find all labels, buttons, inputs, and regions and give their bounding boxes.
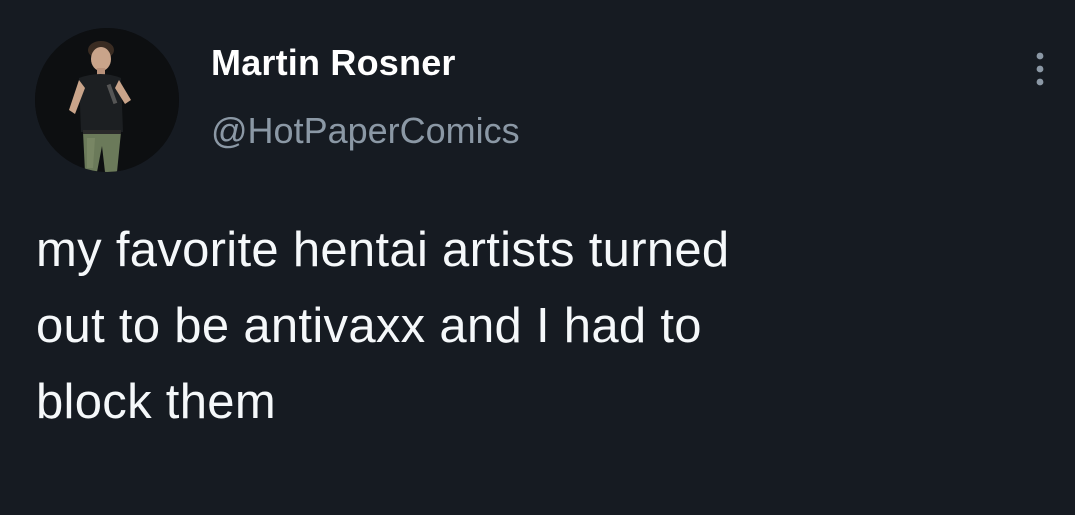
avatar-photo-icon (35, 28, 179, 172)
vertical-ellipsis-icon (1036, 52, 1044, 86)
more-options-button[interactable] (1025, 48, 1055, 90)
avatar[interactable] (35, 28, 179, 172)
tweet-text: my favorite hentai artists turned out to… (36, 223, 730, 429)
tweet-card: Martin Rosner @HotPaperComics my favorit… (0, 0, 1075, 515)
user-handle[interactable]: @HotPaperComics (211, 110, 520, 152)
display-name[interactable]: Martin Rosner (211, 42, 456, 84)
